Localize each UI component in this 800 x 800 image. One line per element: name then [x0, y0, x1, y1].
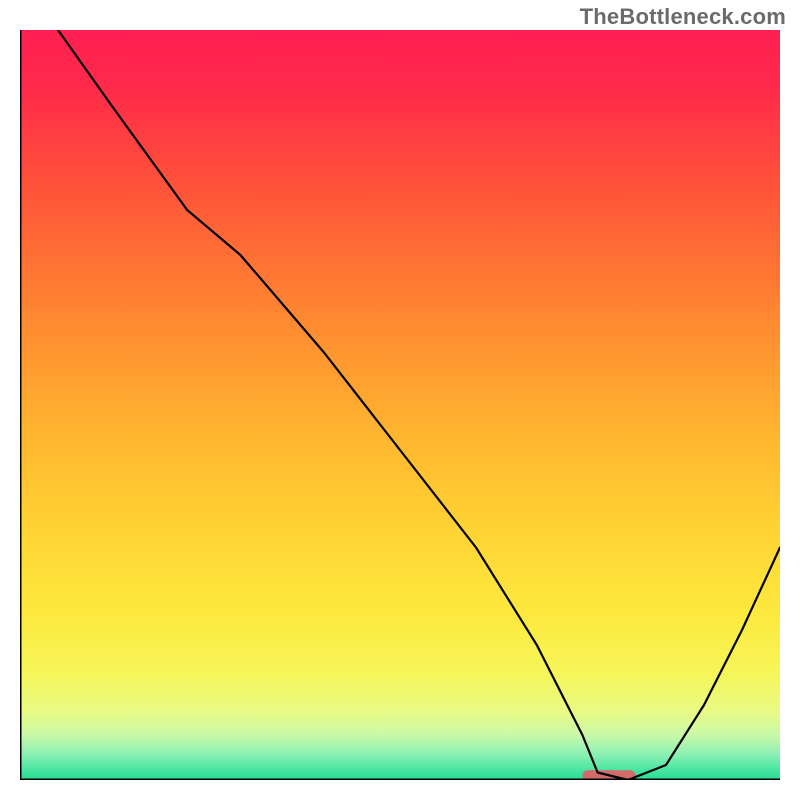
axis-layer: [20, 30, 780, 780]
watermark-text: TheBottleneck.com: [580, 4, 786, 30]
chart-container: TheBottleneck.com: [0, 0, 800, 800]
plot-area: [20, 30, 780, 780]
